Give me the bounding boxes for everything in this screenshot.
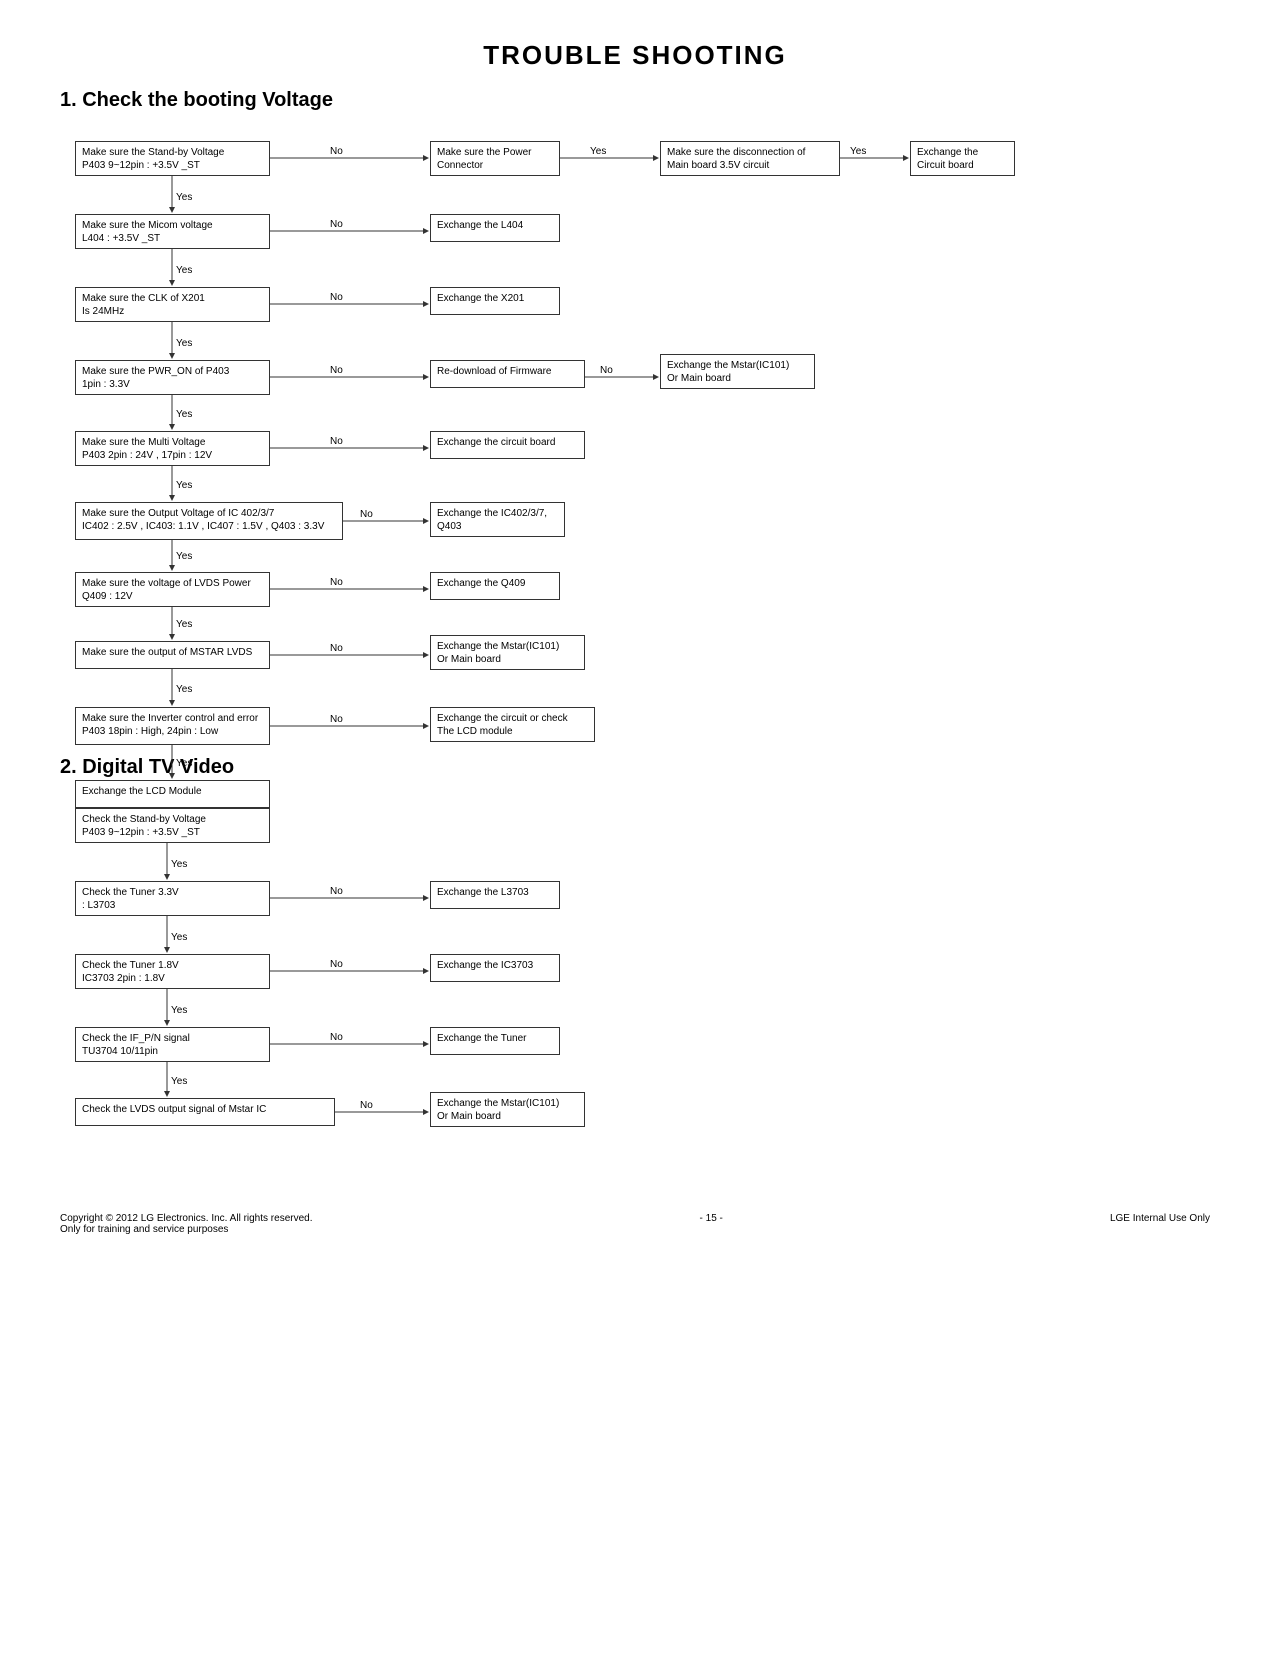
svg-text:No: No xyxy=(330,219,343,230)
box-c7: Exchange the Tuner xyxy=(430,1027,560,1055)
box-b7: Make sure the CLK of X201Is 24MHz xyxy=(75,287,270,322)
footer-left-line1: Copyright © 2012 LG Electronics. Inc. Al… xyxy=(60,1213,312,1224)
svg-text:No: No xyxy=(330,1032,343,1043)
svg-text:No: No xyxy=(330,577,343,588)
box-b9: Make sure the PWR_ON of P4031pin : 3.3V xyxy=(75,360,270,395)
svg-text:No: No xyxy=(330,146,343,157)
box-b10: Re-download of Firmware xyxy=(430,360,585,388)
box-b19: Exchange the Mstar(IC101)Or Main board xyxy=(430,635,585,670)
box-b13: Exchange the circuit board xyxy=(430,431,585,459)
footer: Copyright © 2012 LG Electronics. Inc. Al… xyxy=(60,1213,1210,1235)
section2-heading: 2. Digital TV Video xyxy=(60,756,1210,779)
section-2: 2. Digital TV Video Yes No Yes No Yes xyxy=(60,756,1210,1153)
svg-text:Yes: Yes xyxy=(171,859,187,870)
box-b4: Exchange theCircuit board xyxy=(910,141,1015,176)
svg-text:No: No xyxy=(330,714,343,725)
box-b5: Make sure the Micom voltageL404 : +3.5V … xyxy=(75,214,270,249)
footer-right: LGE Internal Use Only xyxy=(1110,1213,1210,1235)
box-c9: Exchange the Mstar(IC101)Or Main board xyxy=(430,1092,585,1127)
svg-text:Yes: Yes xyxy=(590,146,606,157)
box-b17: Exchange the Q409 xyxy=(430,572,560,600)
footer-left-line2: Only for training and service purposes xyxy=(60,1224,312,1235)
footer-left: Copyright © 2012 LG Electronics. Inc. Al… xyxy=(60,1213,312,1235)
svg-text:Yes: Yes xyxy=(176,338,192,349)
box-c4: Check the Tuner 1.8VIC3703 2pin : 1.8V xyxy=(75,954,270,989)
svg-text:Yes: Yes xyxy=(176,409,192,420)
footer-center: - 15 - xyxy=(700,1213,723,1235)
svg-text:Yes: Yes xyxy=(176,480,192,491)
svg-text:Yes: Yes xyxy=(176,265,192,276)
box-c3: Exchange the L3703 xyxy=(430,881,560,909)
svg-text:No: No xyxy=(360,509,373,520)
box-b8: Exchange the X201 xyxy=(430,287,560,315)
svg-text:No: No xyxy=(330,436,343,447)
svg-text:Yes: Yes xyxy=(176,192,192,203)
box-b3: Make sure the disconnection ofMain board… xyxy=(660,141,840,176)
box-b12: Make sure the Multi VoltageP403 2pin : 2… xyxy=(75,431,270,466)
svg-text:No: No xyxy=(600,365,613,376)
svg-text:No: No xyxy=(360,1100,373,1111)
box-c2: Check the Tuner 3.3V: L3703 xyxy=(75,881,270,916)
svg-text:No: No xyxy=(330,643,343,654)
svg-text:Yes: Yes xyxy=(171,1005,187,1016)
svg-text:Yes: Yes xyxy=(176,619,192,630)
section1-flow: No Yes Yes Yes No Yes No Yes No xyxy=(60,126,1210,706)
svg-text:Yes: Yes xyxy=(171,1076,187,1087)
section2-flow: Yes No Yes No Yes No Yes No Check the St… xyxy=(60,793,1210,1153)
box-b16: Make sure the voltage of LVDS PowerQ409 … xyxy=(75,572,270,607)
svg-text:Yes: Yes xyxy=(850,146,866,157)
svg-text:No: No xyxy=(330,959,343,970)
box-b2: Make sure the PowerConnector xyxy=(430,141,560,176)
box-c6: Check the IF_P/N signalTU3704 10/11pin xyxy=(75,1027,270,1062)
section-1: 1. Check the booting Voltage No Yes Yes … xyxy=(60,89,1210,706)
box-b1: Make sure the Stand-by VoltageP403 9~12p… xyxy=(75,141,270,176)
svg-text:Yes: Yes xyxy=(171,932,187,943)
svg-text:No: No xyxy=(330,886,343,897)
section1-heading: 1. Check the booting Voltage xyxy=(60,89,1210,112)
box-c5: Exchange the IC3703 xyxy=(430,954,560,982)
box-b11: Exchange the Mstar(IC101)Or Main board xyxy=(660,354,815,389)
box-b18: Make sure the output of MSTAR LVDS xyxy=(75,641,270,669)
box-c1: Check the Stand-by VoltageP403 9~12pin :… xyxy=(75,808,270,843)
svg-text:No: No xyxy=(330,292,343,303)
svg-text:Yes: Yes xyxy=(176,551,192,562)
svg-text:No: No xyxy=(330,365,343,376)
box-b15: Exchange the IC402/3/7,Q403 xyxy=(430,502,565,537)
box-b21: Exchange the circuit or checkThe LCD mod… xyxy=(430,707,595,742)
page-title: TROUBLE SHOOTING xyxy=(60,40,1210,71)
svg-text:Yes: Yes xyxy=(176,684,192,695)
box-b14: Make sure the Output Voltage of IC 402/3… xyxy=(75,502,343,540)
box-b20: Make sure the Inverter control and error… xyxy=(75,707,270,745)
box-c8: Check the LVDS output signal of Mstar IC xyxy=(75,1098,335,1126)
box-b6: Exchange the L404 xyxy=(430,214,560,242)
